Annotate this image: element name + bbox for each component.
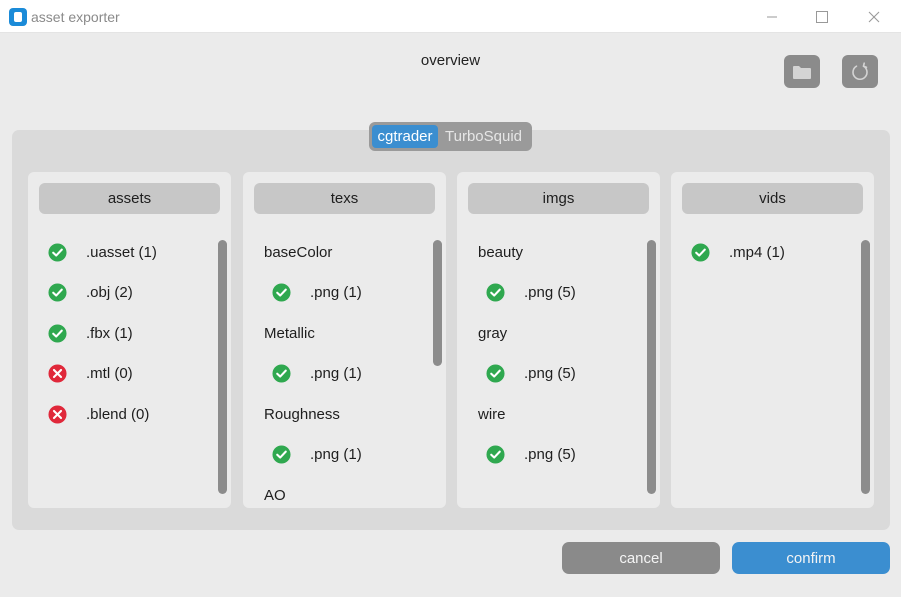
title-bar: asset exporter	[0, 0, 901, 33]
check-circle-icon	[486, 364, 505, 383]
cancel-button[interactable]: cancel	[562, 542, 720, 574]
heading-label: beauty	[478, 243, 524, 261]
refresh-button[interactable]	[842, 55, 878, 88]
item-label: .blend (0)	[86, 405, 150, 423]
page-title: overview	[420, 52, 481, 69]
check-circle-icon	[48, 283, 67, 302]
tab-turbosquid[interactable]: TurboSquid	[438, 125, 529, 148]
x-circle-icon	[48, 405, 67, 424]
check-circle-icon	[48, 243, 67, 262]
window-title: asset exporter	[31, 9, 120, 25]
heading-label: Roughness	[264, 405, 340, 423]
heading-label: gray	[478, 324, 508, 342]
heading-label: wire	[478, 405, 506, 423]
scrollbar-thumb[interactable]	[861, 240, 870, 494]
list-heading: gray	[457, 313, 642, 354]
check-circle-icon	[48, 324, 67, 343]
check-circle-icon	[691, 243, 710, 262]
refresh-icon	[852, 61, 868, 80]
item-label: .png (5)	[524, 446, 576, 464]
assets-list: .uasset (1) .obj (2) .fbx (1) .mtl (0) .…	[28, 232, 213, 435]
item-label: .uasset (1)	[86, 243, 157, 261]
list-heading: beauty	[457, 232, 642, 273]
minimize-button[interactable]	[749, 0, 795, 33]
list-heading: wire	[457, 394, 642, 435]
list-item: .mp4 (1)	[671, 232, 856, 273]
list-heading: baseColor	[243, 232, 428, 273]
list-item: .obj (2)	[28, 273, 213, 314]
minimize-icon	[767, 16, 777, 17]
imgs-scrollbar[interactable]	[647, 240, 656, 494]
column-imgs: imgs beauty .png (5) gray .png (5) wire …	[457, 172, 660, 508]
list-item: .uasset (1)	[28, 232, 213, 273]
check-circle-icon	[272, 364, 291, 383]
maximize-button[interactable]	[799, 0, 845, 33]
list-item: .png (1)	[243, 273, 428, 314]
column-header-assets: assets	[39, 183, 220, 214]
scrollbar-thumb[interactable]	[647, 240, 656, 494]
imgs-list: beauty .png (5) gray .png (5) wire .png …	[457, 232, 642, 475]
texs-scrollbar[interactable]	[433, 240, 442, 494]
column-header-texs: texs	[254, 183, 435, 214]
vids-list: .mp4 (1)	[671, 232, 856, 273]
column-header-imgs: imgs	[468, 183, 649, 214]
heading-label: Metallic	[264, 324, 315, 342]
x-circle-icon	[48, 364, 67, 383]
texs-list: baseColor .png (1) Metallic .png (1) Rou…	[243, 232, 428, 508]
column-vids: vids .mp4 (1)	[671, 172, 874, 508]
check-circle-icon	[486, 445, 505, 464]
list-item: .png (1)	[243, 435, 428, 476]
list-item: .fbx (1)	[28, 313, 213, 354]
check-circle-icon	[486, 283, 505, 302]
item-label: .fbx (1)	[86, 324, 133, 342]
item-label: .png (5)	[524, 284, 576, 302]
scrollbar-thumb[interactable]	[433, 240, 442, 366]
check-circle-icon	[272, 283, 291, 302]
confirm-button[interactable]: confirm	[732, 542, 890, 574]
close-icon	[868, 11, 880, 22]
list-item: .png (5)	[457, 354, 642, 395]
item-label: .mp4 (1)	[729, 243, 785, 261]
folder-icon	[793, 65, 811, 79]
list-item: .blend (0)	[28, 394, 213, 435]
marketplace-tabs: cgtrader TurboSquid	[369, 122, 532, 151]
tab-cgtrader[interactable]: cgtrader	[372, 125, 438, 148]
column-assets: assets .uasset (1) .obj (2) .fbx (1) .mt…	[28, 172, 231, 508]
open-folder-button[interactable]	[784, 55, 820, 88]
item-label: .mtl (0)	[86, 365, 133, 383]
heading-label: AO	[264, 486, 286, 504]
list-item: .png (5)	[457, 273, 642, 314]
item-label: .png (1)	[310, 365, 362, 383]
check-circle-icon	[272, 445, 291, 464]
list-heading: Metallic	[243, 313, 428, 354]
list-item: .png (5)	[457, 435, 642, 476]
app-logo-icon	[9, 8, 27, 26]
item-label: .png (5)	[524, 365, 576, 383]
scrollbar-thumb[interactable]	[218, 240, 227, 494]
column-header-vids: vids	[682, 183, 863, 214]
list-item: .png (1)	[243, 354, 428, 395]
list-heading: Roughness	[243, 394, 428, 435]
list-heading: AO	[243, 475, 428, 508]
assets-scrollbar[interactable]	[218, 240, 227, 494]
item-label: .png (1)	[310, 446, 362, 464]
vids-scrollbar[interactable]	[861, 240, 870, 494]
list-item: .mtl (0)	[28, 354, 213, 395]
item-label: .png (1)	[310, 284, 362, 302]
item-label: .obj (2)	[86, 284, 133, 302]
heading-label: baseColor	[264, 243, 333, 261]
close-button[interactable]	[851, 0, 897, 33]
maximize-icon	[816, 10, 828, 23]
column-texs: texs baseColor .png (1) Metallic .png (1…	[243, 172, 446, 508]
